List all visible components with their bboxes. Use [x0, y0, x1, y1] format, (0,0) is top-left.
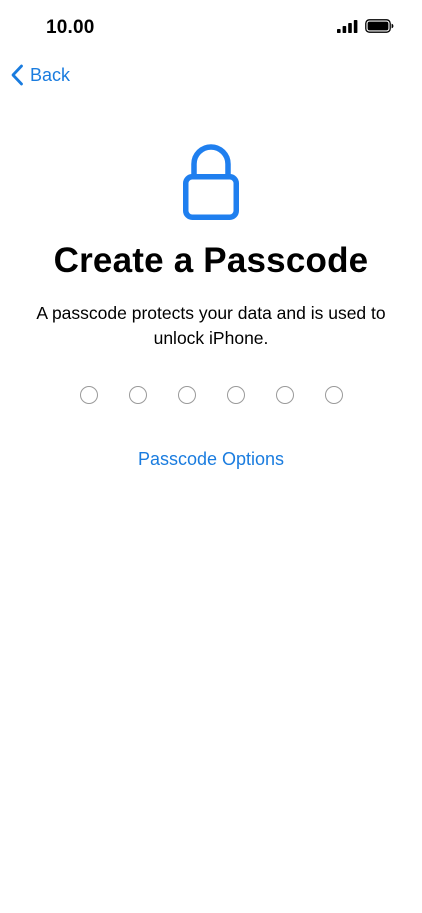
chevron-left-icon [11, 64, 23, 86]
page-title: Create a Passcode [53, 241, 369, 280]
back-label: Back [30, 64, 71, 85]
passcode-dot [79, 386, 98, 404]
passcode-dot [128, 386, 147, 404]
passcode-entry[interactable] [0, 386, 422, 404]
lock-icon-container [0, 140, 422, 222]
passcode-options-button[interactable]: Passcode Options [0, 449, 422, 470]
passcode-dot [177, 386, 196, 404]
passcode-dot [275, 386, 294, 404]
status-icons [337, 19, 394, 33]
page-description: A passcode protects your data and is use… [36, 303, 386, 348]
cellular-signal-icon [337, 19, 358, 33]
battery-icon [365, 19, 394, 33]
status-bar: 10.00 [0, 0, 422, 56]
back-button[interactable]: Back [10, 62, 70, 88]
lock-icon [183, 144, 239, 220]
status-time: 10.00 [46, 17, 95, 38]
passcode-dot [226, 386, 245, 404]
passcode-dot [324, 386, 343, 404]
